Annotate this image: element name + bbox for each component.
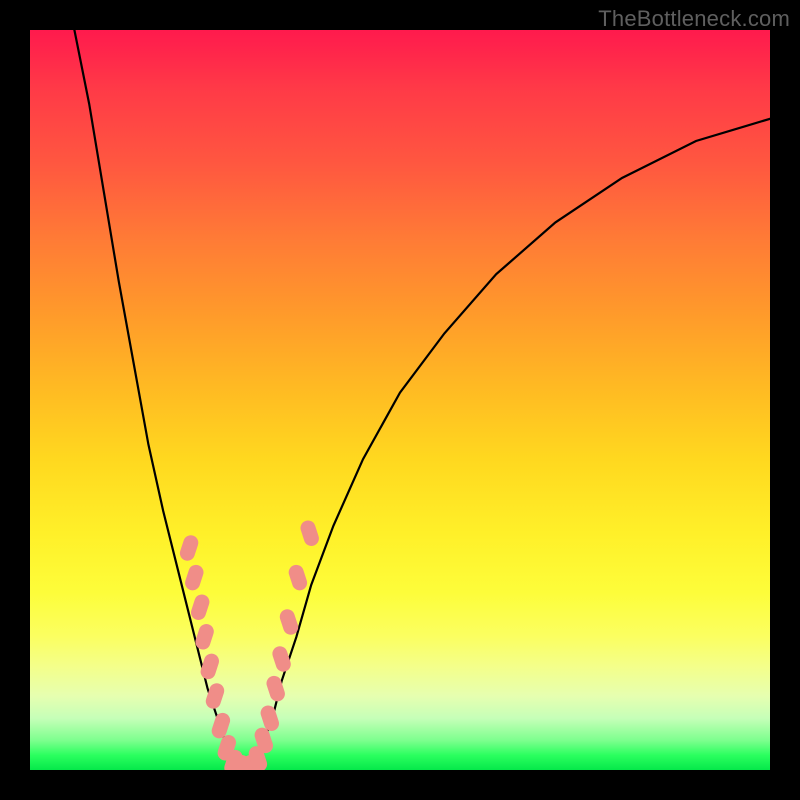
data-marker: [270, 644, 292, 673]
curve-right-branch: [252, 119, 770, 770]
outer-frame: TheBottleneck.com: [0, 0, 800, 800]
watermark-text: TheBottleneck.com: [598, 6, 790, 32]
plot-area: [30, 30, 770, 770]
data-marker: [178, 533, 200, 562]
data-marker: [199, 652, 221, 681]
data-marker: [189, 593, 211, 622]
data-marker: [299, 519, 321, 548]
data-marker: [183, 563, 205, 592]
data-marker: [287, 563, 309, 592]
curves-svg: [30, 30, 770, 770]
marker-group: [178, 519, 321, 770]
